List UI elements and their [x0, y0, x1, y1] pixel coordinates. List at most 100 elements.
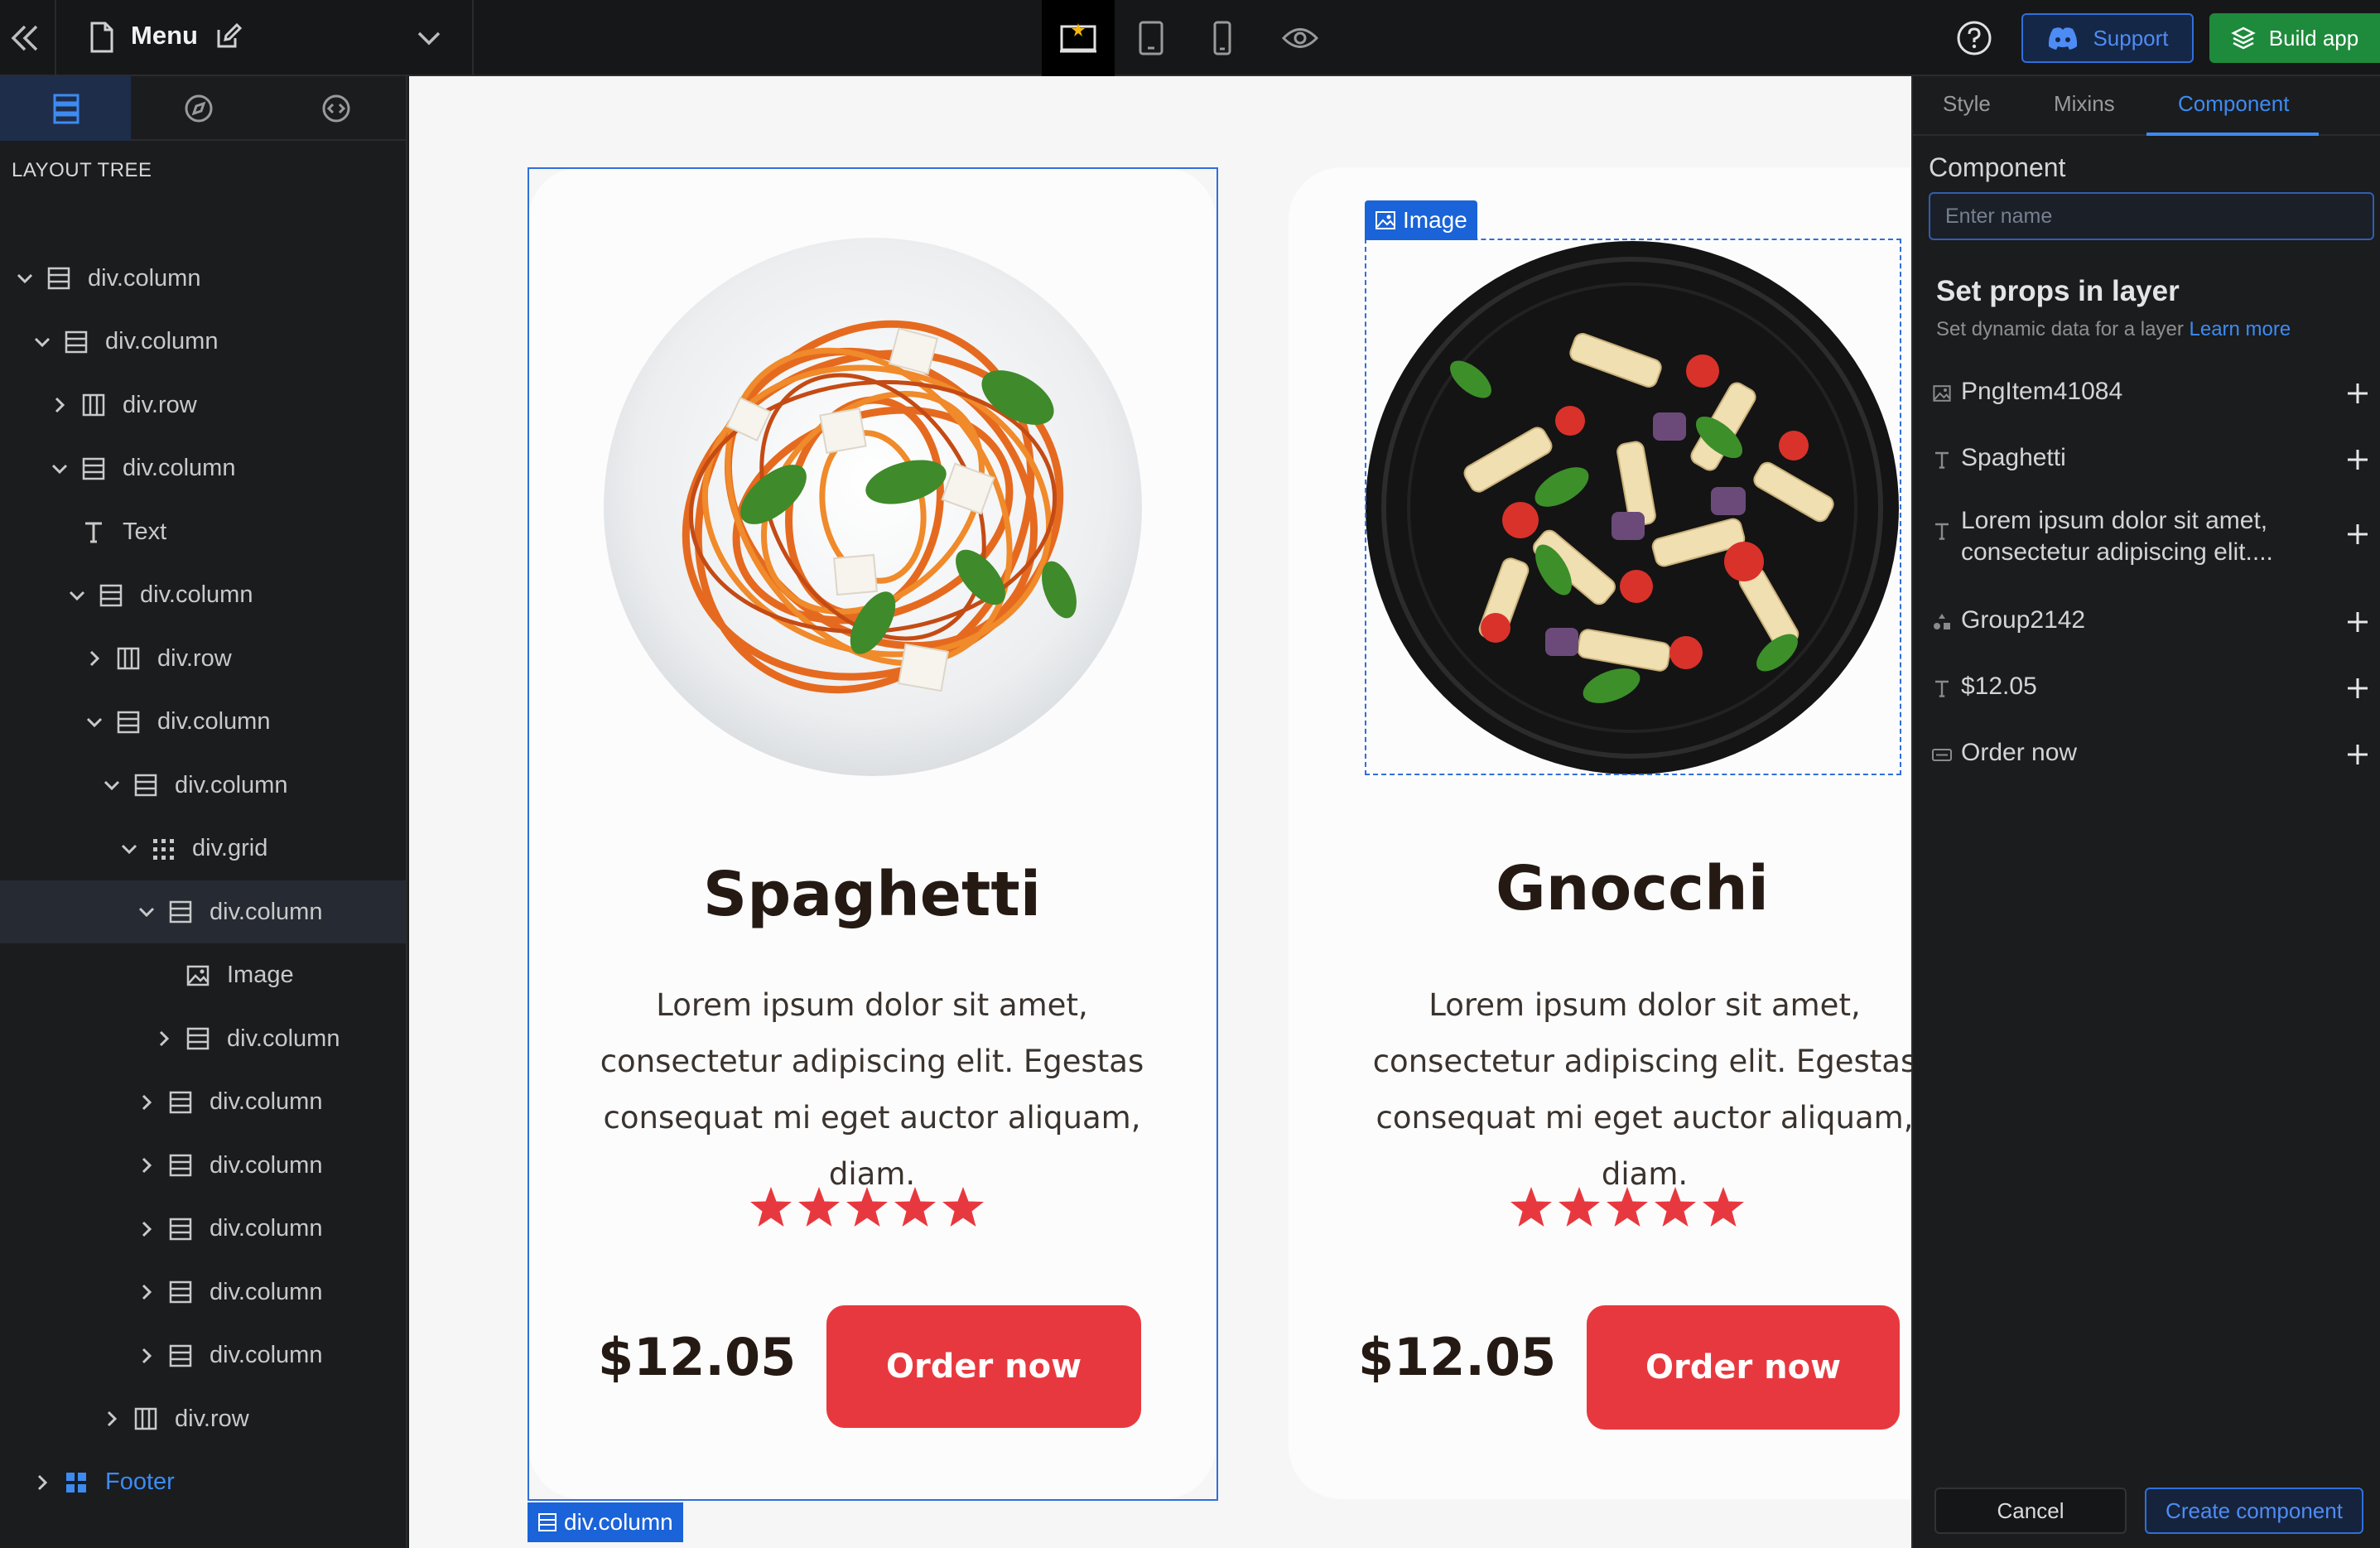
add-prop-icon[interactable]: [2344, 740, 2372, 769]
tab-component[interactable]: Component: [2178, 91, 2289, 117]
top-toolbar: Menu Support Build app: [0, 0, 2380, 76]
order-now-button[interactable]: Order now: [1587, 1305, 1900, 1430]
tree-item-div-column[interactable]: div.column: [0, 880, 406, 943]
tree-item-div-column[interactable]: div.column: [0, 1261, 406, 1324]
prop-row[interactable]: Order now: [1913, 735, 2380, 785]
add-prop-icon[interactable]: [2344, 520, 2372, 548]
card-price: $12.05: [598, 1327, 797, 1387]
chevron-down-icon[interactable]: [65, 584, 89, 607]
tree-item-div-column[interactable]: div.column: [0, 1007, 406, 1070]
preview-eye-icon[interactable]: [1264, 0, 1337, 76]
prop-row[interactable]: PngItem41084: [1913, 374, 2380, 424]
prop-label: Spaghetti: [1961, 444, 2066, 471]
column-icon: [166, 1151, 195, 1179]
chevron-right-icon[interactable]: [100, 1407, 123, 1430]
page-title[interactable]: Menu: [131, 21, 198, 51]
tree-item-div-column[interactable]: div.column: [0, 437, 406, 500]
tree-item-label: div.column: [123, 455, 236, 481]
gnocchi-image[interactable]: [1363, 239, 1901, 777]
mobile-view-icon[interactable]: [1186, 0, 1259, 76]
build-app-button[interactable]: Build app: [2209, 13, 2380, 63]
menu-card-gnocchi[interactable]: Gnocchi Lorem ipsum dolor sit amet, cons…: [1289, 167, 1911, 1499]
add-prop-icon[interactable]: [2344, 446, 2372, 474]
tree-item-footer[interactable]: Footer: [0, 1451, 406, 1514]
tree-item-label: div.column: [210, 1151, 323, 1179]
star-icon: [1652, 1184, 1698, 1235]
code-tab-icon[interactable]: [270, 76, 402, 141]
tree-item-label: div.column: [210, 1342, 323, 1368]
tree-item-div-column[interactable]: div.column: [0, 311, 406, 374]
button-icon: [1931, 744, 1953, 765]
props-heading: Set props in layer: [1936, 275, 2180, 307]
chevron-right-icon[interactable]: [135, 1218, 158, 1241]
row-icon: [132, 1405, 160, 1433]
tree-item-div-column[interactable]: div.column: [0, 1134, 406, 1197]
design-canvas[interactable]: Spaghetti Lorem ipsum dolor sit amet, co…: [409, 76, 1911, 1548]
chevron-down-icon[interactable]: [135, 900, 158, 923]
tab-mixins[interactable]: Mixins: [2054, 91, 2115, 117]
navigator-tab-icon[interactable]: [132, 76, 265, 141]
tablet-view-icon[interactable]: [1115, 0, 1188, 76]
order-now-button[interactable]: Order now: [826, 1305, 1141, 1428]
tree-item-div-column[interactable]: div.column: [0, 1198, 406, 1261]
add-prop-icon[interactable]: [2344, 379, 2372, 407]
chevron-right-icon[interactable]: [48, 393, 71, 417]
image-icon: [184, 962, 212, 990]
add-prop-icon[interactable]: [2344, 674, 2372, 702]
chevron-down-icon[interactable]: [48, 457, 71, 480]
tree-item-div-row[interactable]: div.row: [0, 374, 406, 436]
tree-item-div-column[interactable]: div.column: [0, 754, 406, 817]
chevron-down-icon[interactable]: [100, 774, 123, 797]
props-subtitle: Set dynamic data for a layer Learn more: [1936, 318, 2291, 341]
layers-tab-icon[interactable]: [0, 76, 132, 141]
help-icon[interactable]: [1956, 20, 1992, 56]
tree-item-div-column[interactable]: div.column: [0, 691, 406, 754]
tree-item-label: Image: [227, 962, 294, 988]
support-button[interactable]: Support: [2021, 13, 2194, 63]
prop-row[interactable]: Lorem ipsum dolor sit amet, consectetur …: [1913, 504, 2380, 578]
chevron-down-icon[interactable]: [83, 711, 106, 734]
star-icon: [748, 1184, 794, 1235]
right-inspector-panel: Style Mixins Component Component Set pro…: [1911, 76, 2380, 1548]
chevron-right-icon[interactable]: [135, 1280, 158, 1304]
chevron-right-icon[interactable]: [135, 1091, 158, 1114]
tree-item-div-row[interactable]: div.row: [0, 627, 406, 690]
chevron-right-icon[interactable]: [135, 1154, 158, 1177]
column-icon: [97, 581, 125, 610]
chevron-down-icon[interactable]: [13, 267, 36, 290]
menu-card-spaghetti[interactable]: Spaghetti Lorem ipsum dolor sit amet, co…: [528, 167, 1216, 1499]
learn-more-link[interactable]: Learn more: [2190, 318, 2291, 340]
chevron-right-icon[interactable]: [152, 1027, 176, 1050]
edit-page-icon[interactable]: [215, 23, 242, 50]
cancel-button[interactable]: Cancel: [1934, 1488, 2127, 1534]
tree-item-text[interactable]: Text: [0, 500, 406, 563]
tree-item-div-column[interactable]: div.column: [0, 247, 406, 310]
prop-row[interactable]: Group2142: [1913, 603, 2380, 653]
tree-item-image[interactable]: Image: [0, 944, 406, 1007]
tree-item-div-row[interactable]: div.row: [0, 1387, 406, 1450]
prop-row[interactable]: Spaghetti: [1913, 441, 2380, 490]
create-component-button[interactable]: Create component: [2145, 1488, 2363, 1534]
chevron-down-icon[interactable]: [118, 837, 141, 861]
component-icon: [62, 1468, 90, 1497]
chevron-right-icon[interactable]: [83, 647, 106, 670]
rating-stars: [748, 1184, 986, 1235]
tree-item-label: div.column: [140, 581, 253, 608]
tree-item-div-column[interactable]: div.column: [0, 1071, 406, 1134]
tab-style[interactable]: Style: [1943, 91, 1991, 117]
spaghetti-image[interactable]: [600, 234, 1146, 780]
chevron-down-icon[interactable]: [31, 330, 54, 354]
tree-item-label: div.column: [88, 264, 201, 292]
chevron-right-icon[interactable]: [135, 1344, 158, 1367]
chevron-right-icon[interactable]: [31, 1471, 54, 1494]
component-name-input[interactable]: [1929, 192, 2374, 240]
tree-item-div-grid[interactable]: div.grid: [0, 817, 406, 880]
add-prop-icon[interactable]: [2344, 608, 2372, 636]
hover-tag-label: Image: [1403, 207, 1467, 233]
tree-item-div-column[interactable]: div.column: [0, 564, 406, 627]
tree-item-div-column[interactable]: div.column: [0, 1324, 406, 1387]
collapse-sidebar-icon[interactable]: [10, 23, 41, 53]
prop-row[interactable]: $12.05: [1913, 669, 2380, 719]
page-dropdown-chevron-icon[interactable]: [414, 27, 444, 50]
desktop-view-icon[interactable]: [1042, 0, 1115, 76]
